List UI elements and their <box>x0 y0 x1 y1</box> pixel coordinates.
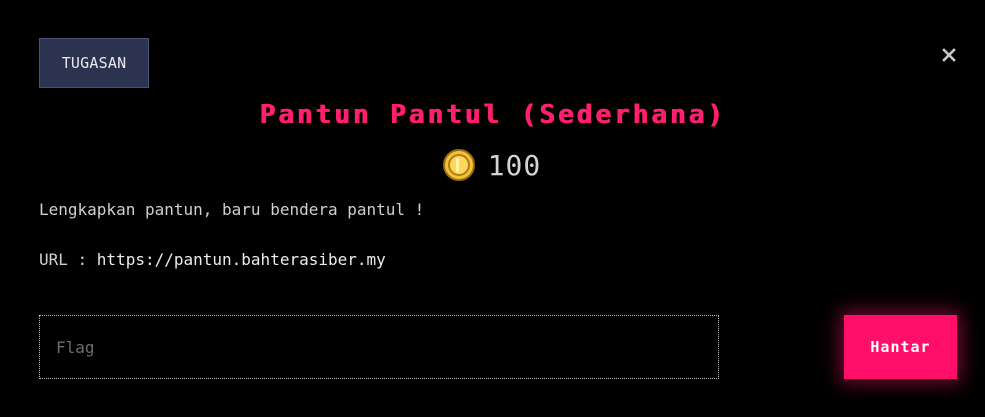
challenge-title: Pantun Pantul (Sederhana) <box>259 100 726 130</box>
coin-icon <box>442 149 475 181</box>
challenge-description: Lengkapkan pantun, baru bendera pantul ! <box>39 200 425 219</box>
points-display: 100 <box>0 148 985 182</box>
url-link[interactable]: https://pantun.bahterasiber.my <box>97 250 386 269</box>
tugasan-tab[interactable]: TUGASAN <box>39 38 149 88</box>
challenge-url: URL : https://pantun.bahterasiber.my <box>39 250 386 269</box>
tugasan-tab-label: TUGASAN <box>61 54 127 72</box>
close-icon <box>942 48 956 62</box>
flag-input[interactable] <box>39 315 719 379</box>
close-button[interactable] <box>938 44 960 66</box>
challenge-modal: TUGASAN Pantun Pantul (Sederhana) 100 Le… <box>0 0 985 417</box>
points-value: 100 <box>487 148 542 182</box>
submit-button[interactable]: Hantar <box>844 315 957 379</box>
url-label: URL : <box>39 250 97 269</box>
